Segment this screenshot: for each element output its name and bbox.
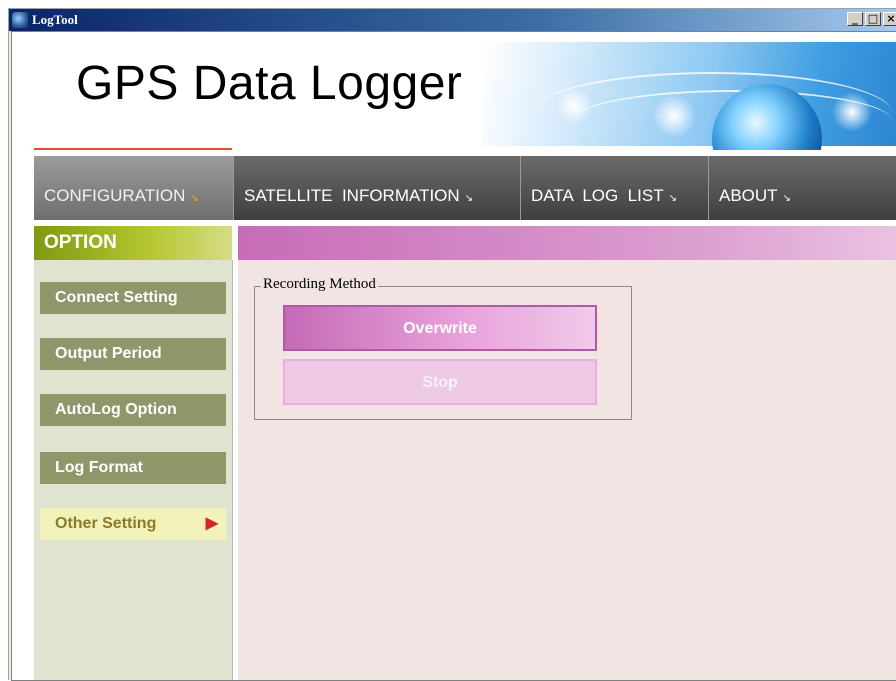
stop-button[interactable]: Stop: [283, 359, 597, 405]
tab-label: DATA LOG LIST: [531, 186, 664, 205]
sidebar-item-output-period[interactable]: Output Period: [40, 338, 226, 370]
maximize-button[interactable]: □: [865, 12, 881, 26]
sidebar: Connect Setting Output Period AutoLog Op…: [34, 260, 233, 680]
close-button[interactable]: ×: [883, 12, 896, 26]
title-underline: [34, 148, 232, 150]
sidebar-item-log-format[interactable]: Log Format: [40, 452, 226, 484]
content-panel: Recording Method Overwrite Stop: [238, 260, 896, 680]
tab-configuration[interactable]: CONFIGURATION ↘: [34, 156, 234, 220]
tab-label: SATELLITE INFORMATION: [244, 186, 460, 205]
sidebar-item-connect-setting[interactable]: Connect Setting: [40, 282, 226, 314]
tab-about[interactable]: ABOUT ↘: [709, 156, 896, 220]
tab-label: CONFIGURATION: [44, 186, 186, 205]
sidebar-item-label: AutoLog Option: [55, 401, 177, 418]
banner-glow: [652, 94, 696, 138]
banner-glow: [556, 88, 592, 124]
banner-glow: [832, 92, 872, 132]
overwrite-button[interactable]: Overwrite: [283, 305, 597, 351]
window-controls: _ □ ×: [847, 12, 896, 26]
tab-arrow-icon: ↘: [190, 193, 199, 204]
tab-satellite-information[interactable]: SATELLITE INFORMATION ↘: [234, 156, 521, 220]
tab-label: ABOUT: [719, 186, 778, 205]
client-area: GPS Data Logger CONFIGURATION ↘ SATELLIT…: [11, 31, 896, 681]
tab-arrow-icon: ↘: [464, 193, 474, 204]
sidebar-item-label: Log Format: [55, 459, 143, 476]
main-tabs: CONFIGURATION ↘ SATELLITE INFORMATION ↘ …: [34, 156, 896, 220]
group-label: Recording Method: [261, 276, 378, 293]
play-arrow-icon: ▶: [205, 515, 218, 532]
window-title: LogTool: [32, 12, 78, 27]
tab-arrow-icon: ↘: [782, 193, 791, 204]
sidebar-item-label: Output Period: [55, 345, 162, 362]
sidebar-heading: OPTION: [34, 226, 232, 260]
content-header-bar: [238, 226, 896, 260]
sidebar-item-label: Connect Setting: [55, 289, 178, 306]
app-window: LogTool _ □ × GPS Data Logger CONFIGURAT…: [8, 8, 896, 681]
tab-arrow-icon: ↘: [668, 193, 677, 204]
tab-data-log-list[interactable]: DATA LOG LIST ↘: [521, 156, 709, 220]
recording-method-group: Recording Method Overwrite Stop: [254, 276, 632, 420]
app-icon: [12, 12, 28, 28]
title-bar[interactable]: LogTool _ □ ×: [9, 9, 896, 31]
sidebar-item-other-setting[interactable]: Other Setting ▶: [40, 508, 226, 540]
sidebar-item-autolog-option[interactable]: AutoLog Option: [40, 394, 226, 426]
header-banner: GPS Data Logger: [12, 32, 896, 150]
app-title: GPS Data Logger: [76, 57, 463, 110]
sidebar-item-label: Other Setting: [55, 515, 157, 532]
minimize-button[interactable]: _: [847, 12, 863, 26]
